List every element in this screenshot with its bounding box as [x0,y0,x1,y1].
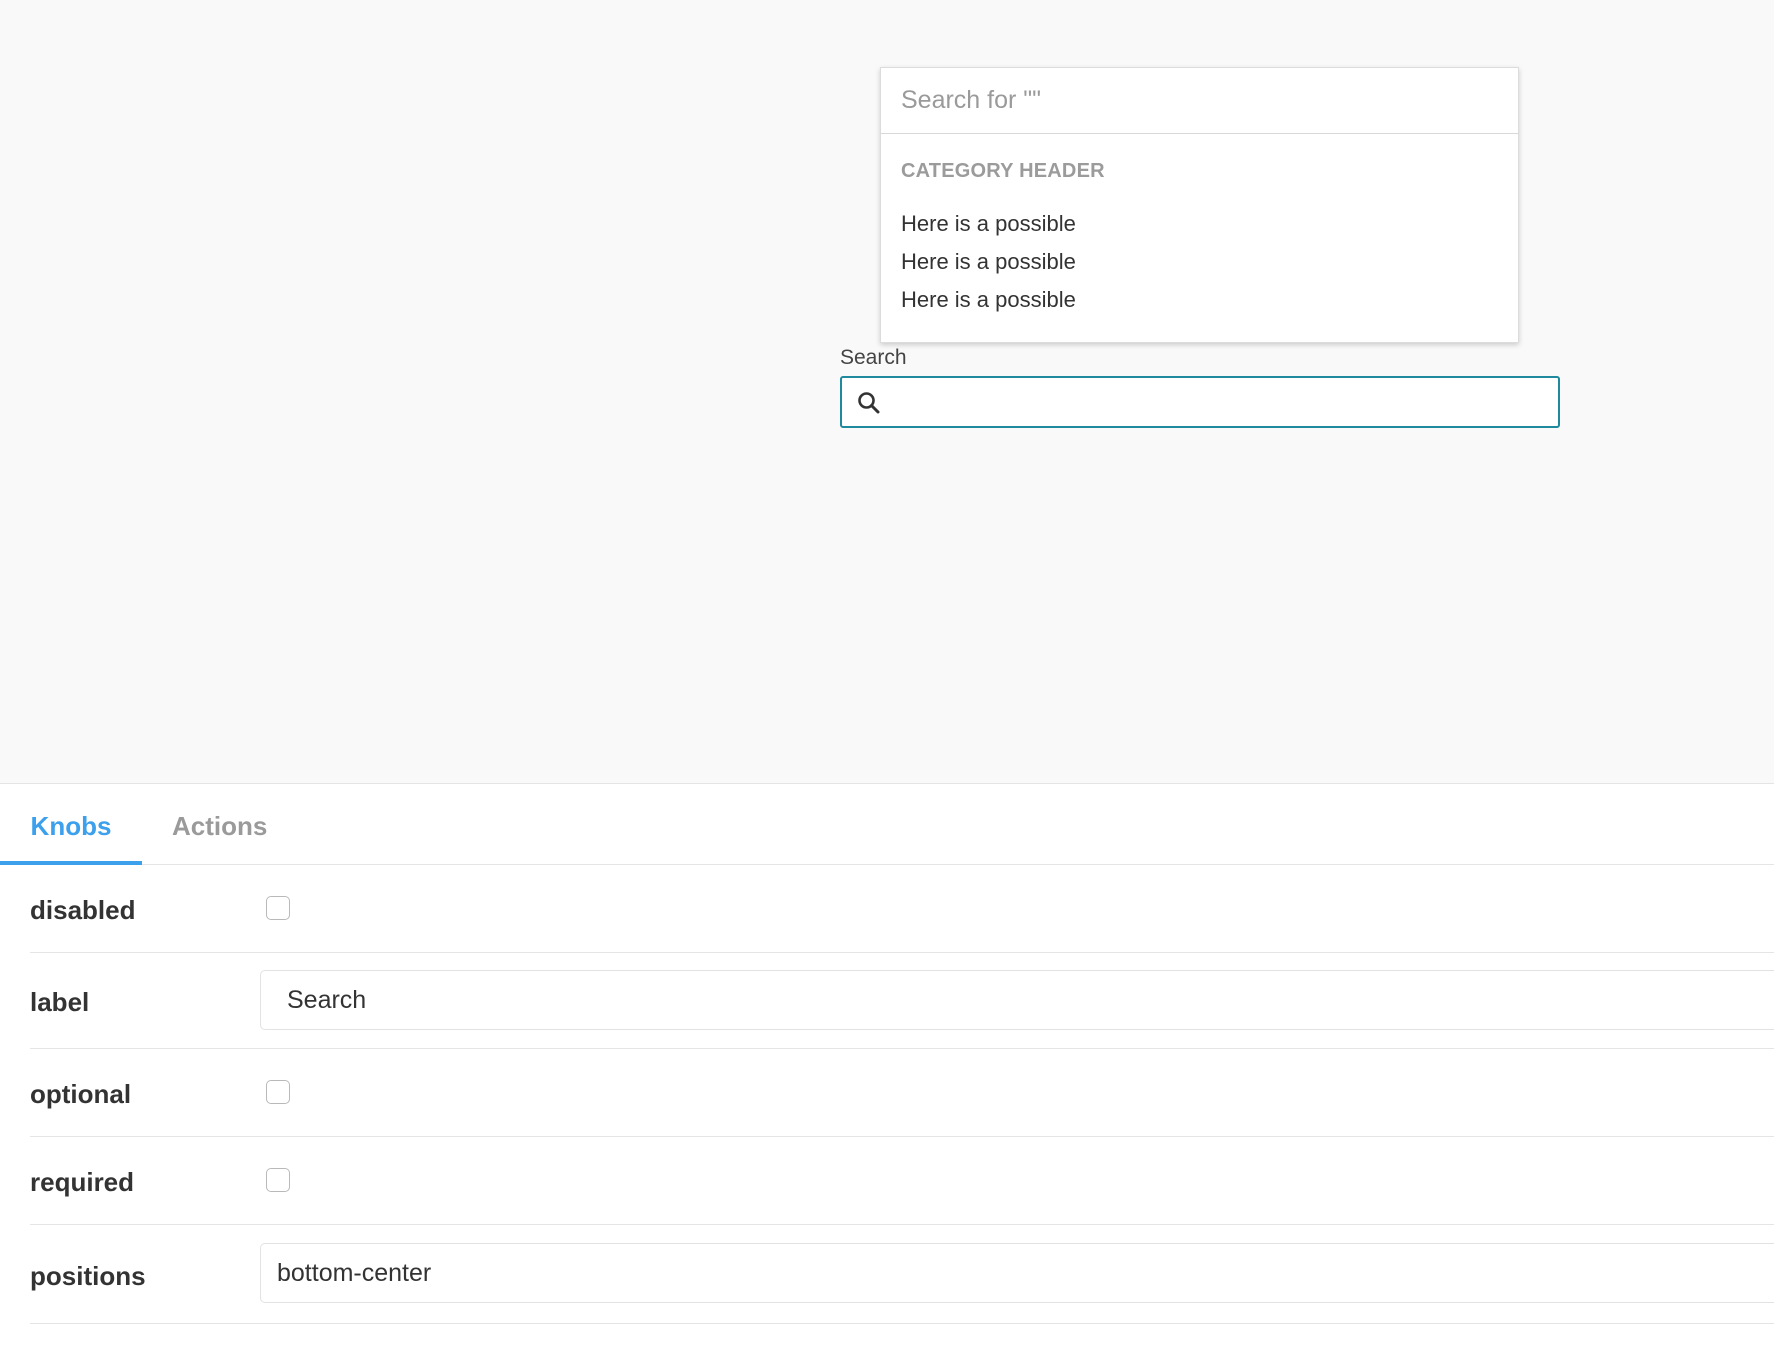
search-dropdown: Search for "" CATEGORY HEADER Here is a … [880,67,1519,343]
addon-panel: Knobs Actions disabled label Search opti… [0,785,1774,1354]
label-input[interactable]: Search [260,970,1774,1030]
search-field-label: Search [840,346,907,369]
dropdown-option[interactable]: Here is a possible [901,249,1076,275]
tab-knobs[interactable]: Knobs [0,785,142,865]
knob-row-label: label Search [30,953,1774,1049]
knob-row-required: required [30,1137,1774,1225]
dropdown-option[interactable]: Here is a possible [901,287,1076,313]
dropdown-option[interactable]: Here is a possible [901,211,1076,237]
search-input[interactable] [892,378,1546,428]
dropdown-category-header: CATEGORY HEADER [901,160,1105,182]
knob-row-disabled: disabled [30,865,1774,953]
disabled-checkbox[interactable] [266,896,290,920]
optional-checkbox[interactable] [266,1080,290,1104]
knob-name: label [30,987,90,1017]
knob-name: required [30,1167,135,1197]
story-preview: Search for "" CATEGORY HEADER Here is a … [0,0,1774,784]
tab-actions[interactable]: Actions [172,785,267,865]
knob-name: positions [30,1261,146,1291]
knob-name: disabled [30,895,136,925]
knob-name: optional [30,1079,132,1109]
required-checkbox[interactable] [266,1168,290,1192]
knob-row-optional: optional [30,1049,1774,1137]
addon-tabs: Knobs Actions [0,785,1774,865]
search-icon [858,392,880,414]
dropdown-search-for[interactable]: Search for "" [881,68,1518,134]
positions-input[interactable]: bottom-center [260,1243,1774,1303]
knob-row-positions: positions bottom-center [30,1225,1774,1324]
search-field[interactable] [840,376,1560,428]
